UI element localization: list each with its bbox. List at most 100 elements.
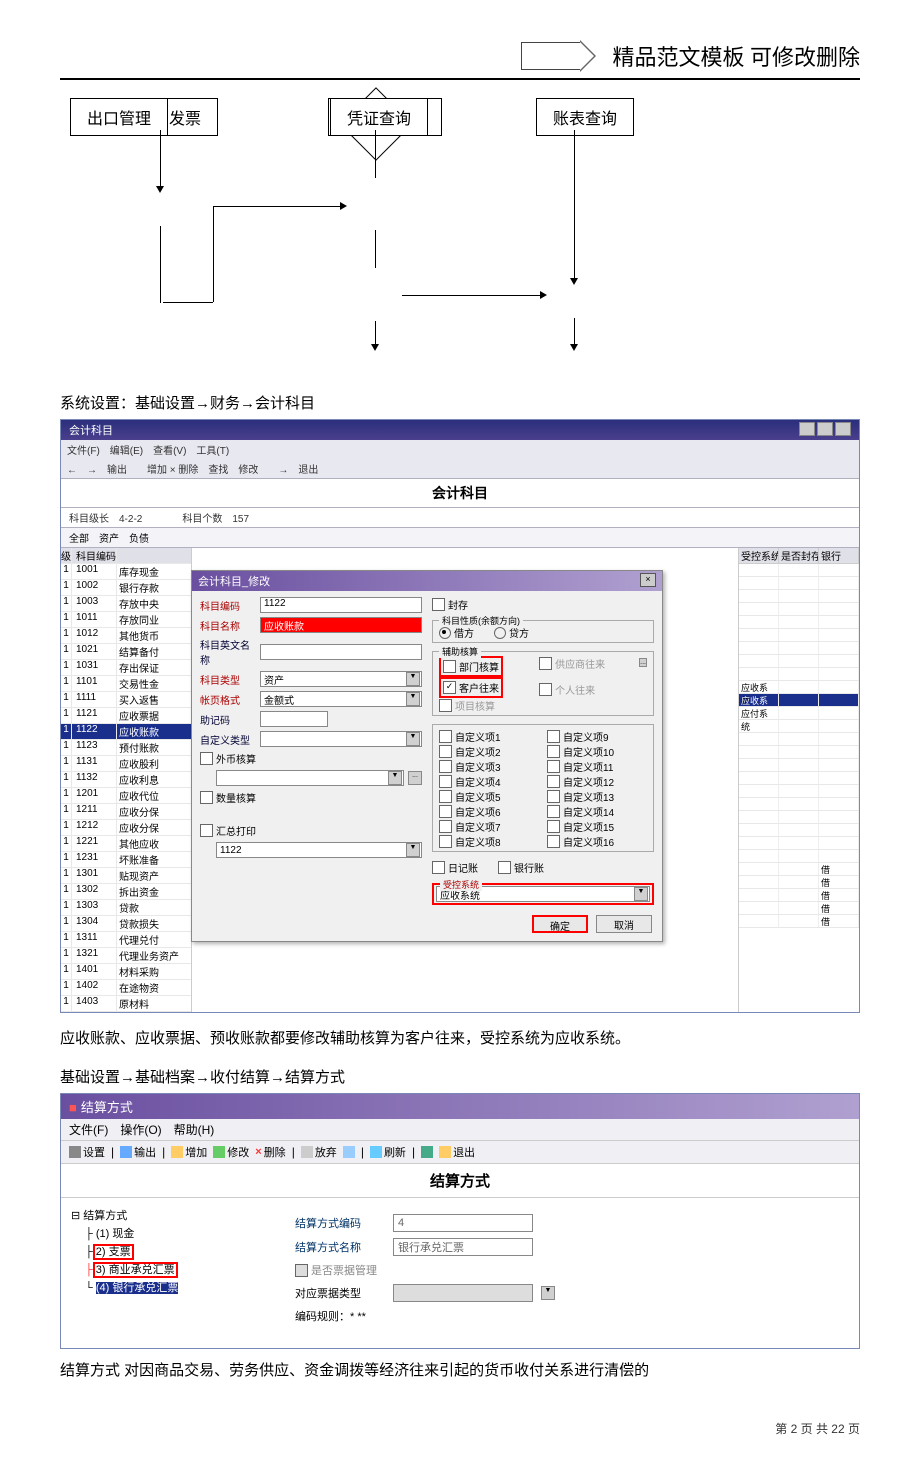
browse-icon[interactable]: ... [639,658,647,667]
table-row[interactable]: 11301贴现资产 [61,868,191,884]
table-row[interactable]: 11302拆出资金 [61,884,191,900]
ok-button[interactable]: 确定 [532,915,588,933]
seal-checkbox[interactable] [432,598,445,611]
table-row[interactable]: 11132应收利息 [61,772,191,788]
table-row[interactable]: 11212应收分保 [61,820,191,836]
name-input[interactable]: 银行承兑汇票 [393,1238,533,1256]
table-row[interactable]: 11012其他货币 [61,628,191,644]
dept-checkbox[interactable] [443,660,456,673]
win2-toolbar[interactable]: 设置| 输出| 增加 修改 ×删除| 放弃 | 刷新| 退出 [61,1141,859,1164]
win1-menubar[interactable]: 文件(F) 编辑(E) 查看(V) 工具(T) [61,440,859,459]
table-row[interactable]: 11201应收代位 [61,788,191,804]
win2-titlebar[interactable]: ■结算方式 [61,1094,859,1119]
chevron-down-icon[interactable]: ▼ [541,1286,555,1300]
edit-dialog: 会计科目_修改 × 科目编码1122 科目名称应收账款 科目英文名称 科目类型资… [191,570,663,942]
table-row[interactable]: 11101交易性金 [61,676,191,692]
page-footer: 第 2 页 共 22 页 [60,1420,860,1437]
account-list[interactable]: 级科目编码 11001库存现金11002银行存款11003存放中央11011存放… [61,548,192,1012]
table-header: 级科目编码 [61,548,191,564]
table-row[interactable]: 11021结算备付 [61,644,191,660]
win1-titlebar[interactable]: 会计科目 [61,420,859,440]
dialog-close-icon[interactable]: × [640,573,656,587]
win1-toolbar[interactable]: ← → 输出 增加 × 删除 查找 修改 → 退出 [61,459,859,479]
win2-menubar[interactable]: 文件(F) 操作(O) 帮助(H) [61,1119,859,1141]
chevron-down-icon: ▼ [406,672,420,686]
tool-discard[interactable]: 放弃 [301,1144,337,1160]
table-row[interactable]: 11121应收票据 [61,708,191,724]
table-row[interactable]: 11002银行存款 [61,580,191,596]
foreign-checkbox[interactable] [200,752,213,765]
credit-radio[interactable] [494,627,506,639]
table-row[interactable]: 11402在途物资 [61,980,191,996]
type-select[interactable]: 资产▼ [260,671,422,687]
fc-export: 出口管理 [70,98,168,136]
account-subject-window: 会计科目 文件(F) 编辑(E) 查看(V) 工具(T) ← → 输出 增加 ×… [60,419,860,1013]
tree-root: ⊟ 结算方式 [71,1206,271,1224]
table-row[interactable]: 11131应收股利 [61,756,191,772]
arrow-box-icon [521,42,581,70]
tool-edit[interactable]: 修改 [213,1144,249,1160]
tool-settings[interactable]: 设置 [69,1144,105,1160]
table-row[interactable]: 11111买入返售 [61,692,191,708]
table-row[interactable]: 11031存出保证 [61,660,191,676]
table-row[interactable]: 11304贷款损失 [61,916,191,932]
tool-delete[interactable]: ×删除 [255,1144,285,1160]
name-input[interactable]: 应收账款 [260,617,422,633]
flowchart: 销售管理 应收款管理 总账 销售发票 审核 出口管理 制单 凭证 凭证查询 账表… [60,98,860,378]
dialog-titlebar[interactable]: 会计科目_修改 × [192,571,662,591]
chevron-down-icon: ▼ [406,692,420,706]
table-row[interactable]: 11011存放同业 [61,612,191,628]
bill-checkbox[interactable] [295,1264,308,1277]
table-row[interactable]: 11403原材料 [61,996,191,1012]
tool-output[interactable]: 输出 [120,1144,156,1160]
bank-checkbox[interactable] [498,861,511,874]
fc-report-query: 账表查询 [536,98,634,136]
print-checkbox[interactable] [200,824,213,837]
billtype-select[interactable] [393,1284,533,1302]
maximize-icon[interactable] [817,422,833,436]
table-row[interactable]: 11321代理业务资产 [61,948,191,964]
table-row[interactable]: 11311代理兑付 [61,932,191,948]
page-header: 精品范文模板 可修改删除 [60,40,860,80]
code-input[interactable]: 4 [393,1214,533,1232]
mnemonic-input[interactable] [260,711,328,727]
tool-add[interactable]: 增加 [171,1144,207,1160]
text-system-setup: 系统设置：基础设置→财务→会计科目 [60,392,860,413]
daybook-checkbox[interactable] [432,861,445,874]
tree-selected: (4) 银行承兑汇票 [96,1282,179,1294]
table-row[interactable]: 11003存放中央 [61,596,191,612]
table-row[interactable]: 11401材料采购 [61,964,191,980]
tool-exit[interactable]: 退出 [439,1144,475,1160]
table-row[interactable]: 11221其他应收 [61,836,191,852]
arrow-right-icon [580,40,596,72]
table-row[interactable]: 11211应收分保 [61,804,191,820]
settlement-tree[interactable]: ⊟ 结算方式 ├ (1) 现金 ├2) 支票 ├3) 商业承兑汇票 └ (4) … [61,1198,281,1348]
table-row[interactable]: 11231坏账准备 [61,852,191,868]
text-ar-note: 应收账款、应收票据、预收账款都要修改辅助核算为客户往来，受控系统为应收系统。 [60,1027,860,1048]
win1-tabs[interactable]: 全部 资产 负债 [61,528,859,548]
win1-caption: 会计科目 [61,479,859,508]
close-icon[interactable] [835,422,851,436]
text-settlement-path: 基础设置→基础档案→收付结算→结算方式 [60,1066,860,1087]
right-columns: 受控系统是否封存银行 应收系统应收系统应付系统借借借借借 [738,548,859,1012]
table-row[interactable]: 11001库存现金 [61,564,191,580]
en-name-input[interactable] [260,644,422,660]
customer-checkbox[interactable]: ✓ [443,681,456,694]
browse-icon[interactable]: ... [408,771,422,785]
settlement-form: 结算方式编码4 结算方式名称银行承兑汇票 是否票据管理 对应票据类型▼ 编码规则… [281,1198,859,1348]
chevron-down-icon: ▼ [406,732,420,746]
table-row[interactable]: 11122应收账款 [61,724,191,740]
tool-refresh[interactable]: 刷新 [370,1144,406,1160]
table-row[interactable]: 11303贷款 [61,900,191,916]
cancel-button[interactable]: 取消 [596,915,652,933]
app-icon: ■ [69,1100,77,1115]
win2-caption: 结算方式 [61,1164,859,1198]
minimize-icon[interactable] [799,422,815,436]
format-select[interactable]: 金额式▼ [260,691,422,707]
custom-type-select[interactable]: ▼ [260,731,422,747]
qty-checkbox[interactable] [200,791,213,804]
code-input[interactable]: 1122 [260,597,422,613]
table-row[interactable]: 11123预付账款 [61,740,191,756]
settlement-window: ■结算方式 文件(F) 操作(O) 帮助(H) 设置| 输出| 增加 修改 ×删… [60,1093,860,1349]
debit-radio[interactable] [439,627,451,639]
